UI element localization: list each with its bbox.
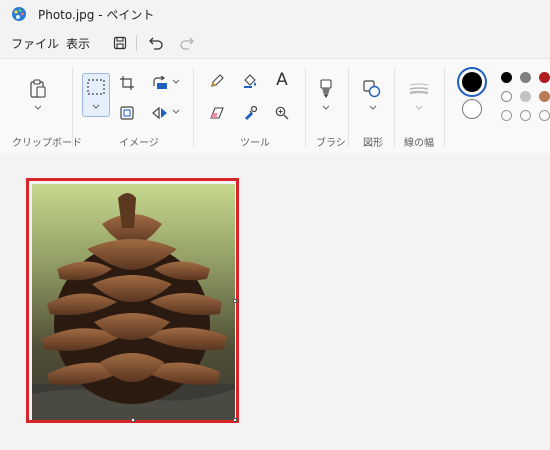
group-label-tools: ツール — [240, 138, 270, 149]
group-label-brushes: ブラシ — [316, 138, 346, 149]
chevron-down-icon[interactable] — [322, 105, 330, 111]
save-button[interactable] — [108, 31, 132, 55]
text-button[interactable]: A — [270, 68, 294, 92]
resize-button[interactable] — [115, 101, 139, 125]
group-separator — [305, 67, 306, 147]
menu-file[interactable]: ファイル — [11, 35, 59, 52]
eyedropper-icon — [245, 105, 258, 120]
palette-swatch[interactable] — [539, 91, 550, 102]
rotate-icon — [153, 76, 167, 89]
flip-icon — [152, 106, 167, 120]
resize-icon — [120, 106, 134, 120]
eraser-icon — [210, 107, 224, 119]
redo-icon — [180, 37, 194, 50]
paint-palette-icon — [12, 7, 26, 21]
menu-view[interactable]: 表示 — [66, 35, 90, 52]
palette-swatch[interactable] — [539, 72, 550, 83]
shapes-icon — [363, 80, 381, 98]
group-separator — [193, 67, 194, 147]
title-bar: Photo.jpg - ペイント — [0, 0, 550, 28]
group-separator — [348, 67, 349, 147]
window-title: Photo.jpg - ペイント — [38, 8, 155, 22]
menu-separator — [136, 35, 137, 51]
primary-color-button[interactable] — [457, 67, 487, 97]
chevron-down-icon — [92, 104, 100, 109]
chevron-down-icon[interactable] — [415, 105, 423, 111]
undo-button[interactable] — [144, 31, 168, 55]
resize-handle-corner[interactable] — [233, 418, 237, 422]
group-separator — [444, 67, 445, 147]
crop-icon — [120, 76, 134, 90]
text-tool-icon: A — [276, 70, 288, 90]
redo-button[interactable] — [175, 31, 199, 55]
select-button[interactable] — [82, 73, 110, 117]
secondary-color-button[interactable] — [462, 99, 482, 119]
shapes-button[interactable] — [360, 77, 384, 101]
crop-button[interactable] — [115, 71, 139, 95]
menu-bar: ファイル 表示 — [0, 28, 550, 58]
resize-handle-right[interactable] — [233, 299, 237, 303]
group-label-shapes: 図形 — [363, 138, 383, 149]
brush-icon — [320, 79, 332, 98]
custom-color-slot[interactable] — [520, 110, 531, 121]
selection-rectangle-icon — [87, 79, 105, 95]
fill-button[interactable] — [238, 69, 262, 93]
paint-bucket-icon — [244, 74, 256, 88]
palette-swatch[interactable] — [520, 72, 531, 83]
group-label-image: イメージ — [119, 138, 159, 149]
primary-color-swatch — [462, 72, 482, 92]
group-label-line-width: 線の幅 — [404, 138, 434, 149]
color-picker-button[interactable] — [238, 101, 262, 125]
save-icon — [113, 36, 127, 50]
pencil-icon — [211, 74, 224, 87]
selection-highlight — [26, 178, 239, 423]
flip-button[interactable] — [148, 101, 172, 125]
undo-icon — [149, 37, 163, 50]
palette-swatch[interactable] — [501, 91, 512, 102]
chevron-down-icon[interactable] — [172, 109, 180, 115]
line-width-button[interactable] — [407, 77, 431, 101]
pencil-button[interactable] — [205, 69, 229, 93]
palette-swatch[interactable] — [520, 91, 531, 102]
group-separator — [394, 67, 395, 147]
chevron-down-icon[interactable] — [369, 105, 377, 111]
magnifier-icon — [275, 106, 289, 120]
paste-button[interactable] — [26, 77, 50, 101]
group-separator — [72, 67, 73, 147]
brushes-button[interactable] — [314, 77, 338, 101]
resize-handle-bottom[interactable] — [131, 418, 135, 422]
chevron-down-icon[interactable] — [34, 105, 42, 111]
rotate-button[interactable] — [148, 71, 172, 95]
ribbon: クリップボード イメージ A ツール ブラシ 図形 線の幅 — [0, 58, 550, 154]
line-width-icon — [409, 83, 429, 95]
magnifier-button[interactable] — [270, 101, 294, 125]
chevron-down-icon[interactable] — [172, 79, 180, 85]
eraser-button[interactable] — [205, 101, 229, 125]
custom-color-slot[interactable] — [539, 110, 550, 121]
palette-swatch[interactable] — [501, 72, 512, 83]
clipboard-icon — [30, 79, 46, 98]
custom-color-slot[interactable] — [501, 110, 512, 121]
